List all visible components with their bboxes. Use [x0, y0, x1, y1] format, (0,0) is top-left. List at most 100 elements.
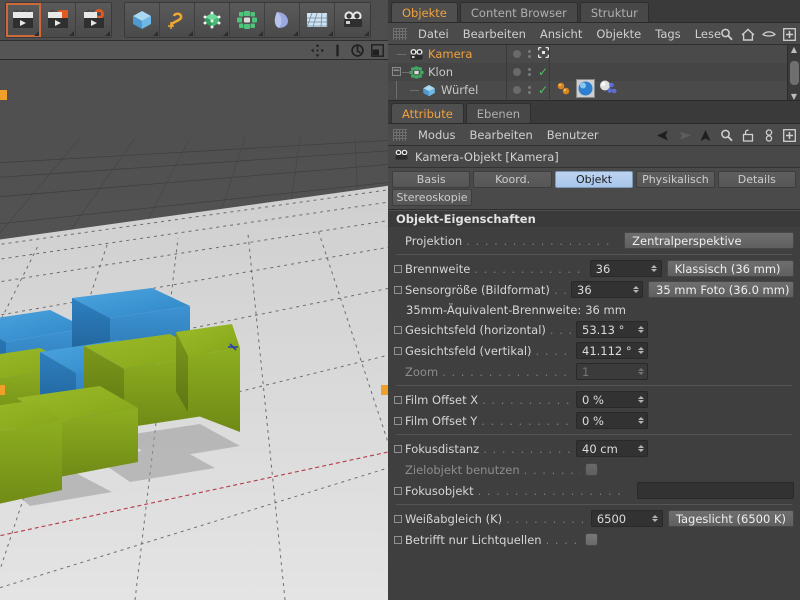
gesichtsfeld-horizontal-input[interactable]: 53.13 ° — [576, 321, 648, 338]
visibility-dots-pair-icon[interactable] — [528, 68, 531, 76]
tab-attribute[interactable]: Attribute — [391, 103, 464, 123]
menu-tags[interactable]: Tags — [648, 23, 687, 45]
tab-struktur[interactable]: Struktur — [580, 2, 649, 22]
tab-details[interactable]: Details — [718, 171, 796, 188]
tab-ebenen[interactable]: Ebenen — [466, 103, 531, 123]
maximize-view-icon[interactable] — [369, 43, 385, 58]
sensorgroesse-preset-button[interactable]: 35 mm Foto (36.0 mm) — [648, 281, 794, 298]
weissabgleich-preset-button[interactable]: Tageslicht (6500 K) — [668, 510, 794, 527]
eye-icon[interactable] — [761, 27, 776, 42]
visibility-dot-icon[interactable] — [513, 50, 521, 58]
menu-ansicht[interactable]: Ansicht — [533, 23, 589, 45]
deformer-button[interactable] — [265, 3, 300, 37]
object-visibility-dots[interactable]: ✓ — [506, 63, 550, 81]
animate-checkbox[interactable] — [394, 326, 402, 334]
scroll-down-arrow-icon[interactable]: ▼ — [791, 92, 797, 101]
drag-grip-icon[interactable] — [393, 129, 407, 141]
object-label-kamera[interactable]: Kamera — [428, 47, 472, 61]
rotate-view-icon[interactable] — [349, 43, 365, 58]
menu-datei[interactable]: Datei — [411, 23, 456, 45]
lock-icon[interactable] — [740, 128, 755, 143]
animate-checkbox[interactable] — [394, 536, 402, 544]
spline-button[interactable] — [160, 3, 195, 37]
tab-koord[interactable]: Koord. — [473, 171, 551, 188]
projektion-combo[interactable]: Zentralperspektive — [624, 232, 794, 249]
mograph-button[interactable] — [230, 3, 265, 37]
primitive-cube-button[interactable] — [125, 3, 160, 37]
object-visibility-dots[interactable] — [506, 45, 550, 63]
spinner-icon[interactable] — [636, 396, 645, 403]
phong-tag[interactable] — [598, 80, 617, 100]
visibility-dots-pair-icon[interactable] — [528, 50, 531, 58]
spinner-icon[interactable] — [636, 347, 645, 354]
fokusdistanz-input[interactable]: 40 cm — [576, 440, 648, 457]
up-arrow-icon[interactable] — [698, 128, 713, 143]
fokusobjekt-dropzone[interactable] — [637, 482, 794, 499]
forward-arrow-icon[interactable] — [677, 128, 692, 143]
plus-box-icon[interactable] — [782, 128, 797, 143]
film-offset-y-input[interactable]: 0 % — [576, 412, 648, 429]
tab-objekte[interactable]: Objekte — [391, 2, 458, 22]
drag-grip-icon[interactable] — [393, 28, 407, 40]
tree-expander-icon[interactable]: − — [392, 67, 401, 76]
menu-benutzer[interactable]: Benutzer — [540, 124, 606, 146]
table-row[interactable]: Würfel ✓ — [388, 81, 800, 99]
link-icon[interactable] — [761, 128, 776, 143]
film-offset-x-input[interactable]: 0 % — [576, 391, 648, 408]
animate-checkbox[interactable] — [394, 286, 402, 294]
scrollbar-thumb[interactable] — [790, 61, 799, 85]
gesichtsfeld-vertikal-input[interactable]: 41.112 ° — [576, 342, 648, 359]
sensorgroesse-input[interactable]: 36 — [571, 281, 643, 298]
target-icon[interactable] — [538, 47, 549, 61]
menu-bearbeiten[interactable]: Bearbeiten — [463, 124, 540, 146]
spinner-icon[interactable] — [651, 515, 660, 522]
mograph-color-tag[interactable] — [556, 81, 573, 100]
visibility-dots-pair-icon[interactable] — [528, 86, 531, 94]
material-tag[interactable] — [576, 79, 595, 101]
visibility-dot-icon[interactable] — [513, 68, 521, 76]
move-view-icon[interactable] — [309, 43, 325, 58]
betrifft-nur-lichtquellen-toggle[interactable] — [585, 533, 598, 546]
search-icon[interactable] — [719, 27, 734, 42]
animate-checkbox[interactable] — [394, 445, 402, 453]
scroll-up-arrow-icon[interactable]: ▲ — [791, 45, 797, 54]
animate-checkbox[interactable] — [394, 347, 402, 355]
animate-checkbox[interactable] — [394, 417, 402, 425]
brennweite-preset-button[interactable]: Klassisch (36 mm) — [667, 260, 794, 277]
tab-basis[interactable]: Basis — [392, 171, 470, 188]
menu-objekte[interactable]: Objekte — [589, 23, 648, 45]
camera-button[interactable] — [335, 3, 370, 37]
spinner-icon[interactable] — [636, 326, 645, 333]
render-view-button[interactable] — [6, 3, 41, 37]
back-arrow-icon[interactable] — [656, 128, 671, 143]
animate-checkbox[interactable] — [394, 265, 402, 273]
nurbs-button[interactable] — [195, 3, 230, 37]
object-manager-scrollbar[interactable]: ▲ ▼ — [787, 45, 800, 101]
animate-checkbox[interactable] — [394, 487, 402, 495]
home-icon[interactable] — [740, 27, 755, 42]
tab-content-browser[interactable]: Content Browser — [460, 2, 578, 22]
menu-bearbeiten[interactable]: Bearbeiten — [456, 23, 533, 45]
animate-checkbox[interactable] — [394, 515, 402, 523]
tab-physikalisch[interactable]: Physikalisch — [636, 171, 714, 188]
object-manager[interactable]: Kamera − — [388, 45, 800, 101]
spinner-icon[interactable] — [650, 265, 659, 272]
check-icon[interactable]: ✓ — [538, 67, 548, 77]
render-settings-button[interactable] — [76, 3, 111, 37]
table-row[interactable]: Kamera — [388, 45, 800, 63]
spinner-icon[interactable] — [636, 417, 645, 424]
viewport[interactable] — [0, 41, 388, 600]
zoom-view-icon[interactable] — [329, 43, 345, 58]
tab-objekt[interactable]: Objekt — [555, 171, 633, 188]
check-icon[interactable]: ✓ — [538, 85, 548, 95]
weissabgleich-input[interactable]: 6500 — [591, 510, 663, 527]
tab-stereoskopie[interactable]: Stereoskopie — [392, 189, 472, 206]
environment-button[interactable] — [300, 3, 335, 37]
object-label-wuerfel[interactable]: Würfel — [441, 83, 478, 97]
object-label-klon[interactable]: Klon — [428, 65, 453, 79]
render-to-picture-viewer-button[interactable] — [41, 3, 76, 37]
plus-box-icon[interactable] — [782, 27, 797, 42]
spinner-icon[interactable] — [631, 286, 640, 293]
object-visibility-dots[interactable]: ✓ — [506, 81, 550, 99]
visibility-dot-icon[interactable] — [513, 86, 521, 94]
